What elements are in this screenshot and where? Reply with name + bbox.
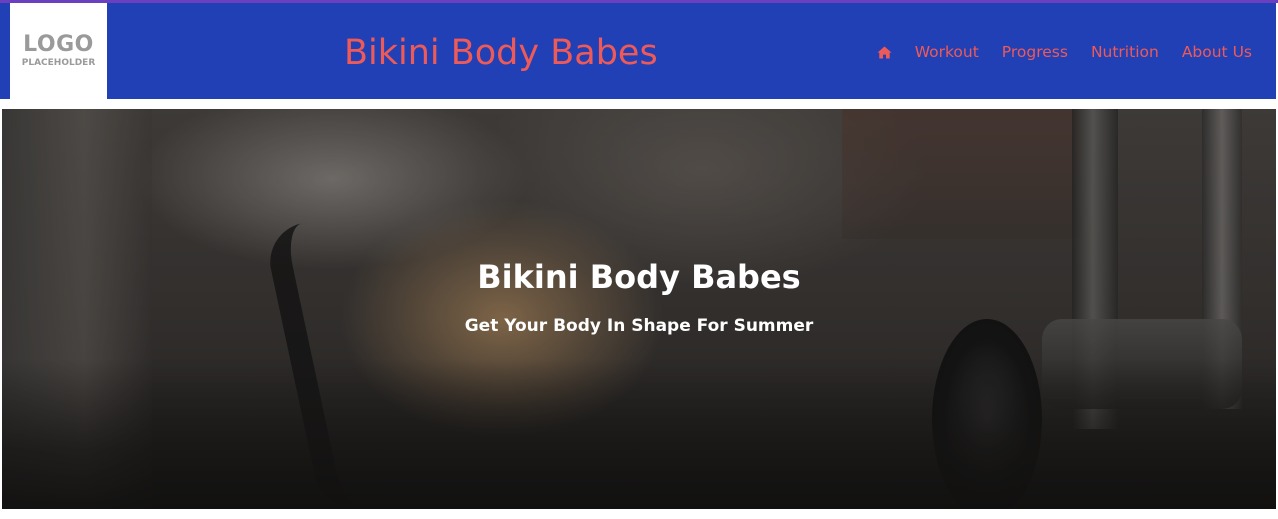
page: LOGO PLACEHOLDER Bikini Body Babes Worko… (0, 0, 1278, 519)
logo[interactable]: LOGO PLACEHOLDER (10, 3, 107, 99)
logo-subtext: PLACEHOLDER (21, 57, 96, 68)
nav-item-progress[interactable]: Progress (1002, 41, 1068, 63)
nav-item-nutrition[interactable]: Nutrition (1091, 41, 1159, 63)
home-icon (877, 46, 892, 58)
hero-overlay (2, 109, 1276, 509)
nav-menu: Workout Progress Nutrition About Us (877, 41, 1252, 63)
nav-item-home[interactable] (877, 41, 892, 63)
navbar: LOGO PLACEHOLDER Bikini Body Babes Worko… (0, 3, 1276, 99)
logo-text: LOGO (23, 31, 94, 57)
hero-banner: Bikini Body Babes Get Your Body In Shape… (2, 109, 1276, 509)
nav-item-workout[interactable]: Workout (915, 41, 979, 63)
hero-subtitle: Get Your Body In Shape For Summer (464, 316, 814, 336)
brand-title[interactable]: Bikini Body Babes (344, 31, 658, 75)
nav-item-about-us[interactable]: About Us (1182, 41, 1252, 63)
hero-title: Bikini Body Babes (477, 258, 801, 296)
